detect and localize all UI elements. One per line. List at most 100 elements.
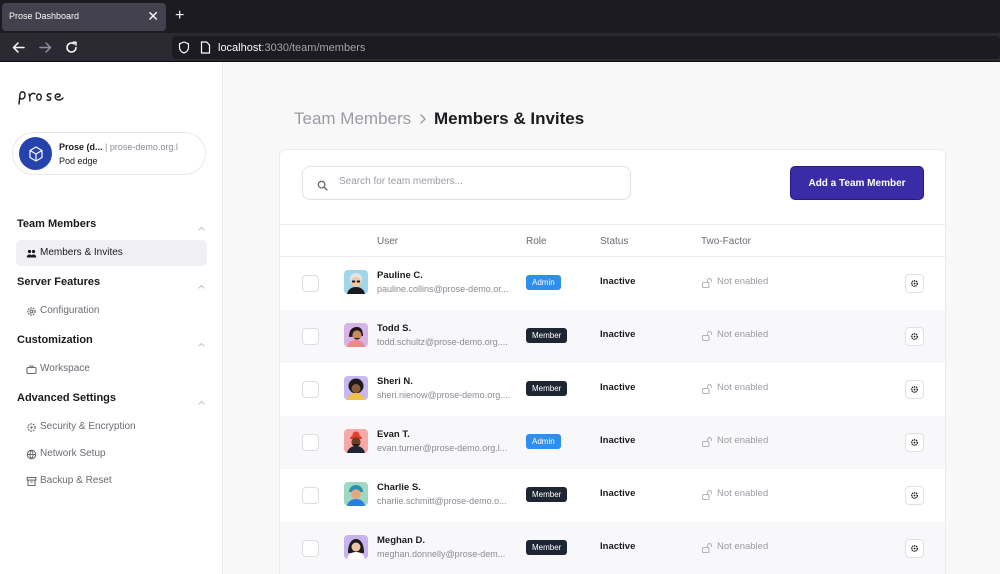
gear-icon <box>910 434 919 452</box>
archive-icon <box>25 475 37 487</box>
chevron-up-icon[interactable] <box>197 336 206 354</box>
member-settings-button[interactable] <box>905 380 924 399</box>
member-name: Todd S. <box>377 323 412 334</box>
sidebar-item-label: Security & Encryption <box>40 421 136 432</box>
breadcrumb-root[interactable]: Team Members <box>294 109 411 129</box>
url-bar[interactable]: localhost:3030/team/members <box>172 36 1000 59</box>
avatar <box>344 270 368 294</box>
role-badge: Admin <box>526 434 561 449</box>
sidebar-item-workspace[interactable]: Workspace <box>16 356 207 382</box>
users-icon <box>25 247 37 259</box>
role-badge: Member <box>526 540 568 555</box>
member-email: meghan.donnelly@prose-dem... <box>377 549 506 559</box>
column-header-role: Role <box>526 236 547 247</box>
table-row[interactable]: Todd S. todd.schultz@prose-demo.org.... … <box>280 310 945 363</box>
member-name: Pauline C. <box>377 270 423 281</box>
chevron-up-icon[interactable] <box>197 278 206 296</box>
url-path: :3030/team/members <box>261 42 366 54</box>
row-checkbox[interactable] <box>302 275 319 292</box>
sidebar-item-security-encryption[interactable]: Security & Encryption <box>16 414 207 440</box>
role-badge: Member <box>526 328 568 343</box>
close-tab-icon[interactable]: ✕ <box>147 7 159 25</box>
section-customization[interactable]: Customization <box>17 334 93 346</box>
unlock-icon <box>701 276 713 294</box>
members-card: Add a Team Member User Role Status Two-F… <box>279 149 946 574</box>
gear-icon <box>25 305 37 317</box>
new-tab-icon[interactable]: + <box>175 6 184 26</box>
search-box[interactable] <box>302 166 631 200</box>
table-row[interactable]: Evan T. evan.turner@prose-demo.org.l... … <box>280 416 945 469</box>
role-badge: Member <box>526 487 568 502</box>
row-checkbox[interactable] <box>302 540 319 557</box>
table-row[interactable]: Meghan D. meghan.donnelly@prose-dem... M… <box>280 522 945 574</box>
two-factor-label: Not enabled <box>717 382 769 393</box>
browser-tab[interactable]: Prose Dashboard ✕ <box>2 3 166 31</box>
org-node: Pod edge <box>59 156 98 166</box>
sidebar-item-label: Workspace <box>40 363 90 374</box>
sidebar-item-label: Members & Invites <box>40 247 123 258</box>
unlock-icon <box>701 541 713 559</box>
section-advanced-settings[interactable]: Advanced Settings <box>17 392 116 404</box>
unlock-icon <box>701 488 713 506</box>
unlock-icon <box>701 329 713 347</box>
sidebar-item-network-setup[interactable]: Network Setup <box>16 441 207 467</box>
role-badge: Admin <box>526 275 561 290</box>
table-row[interactable]: Sheri N. sheri.nienow@prose-demo.org....… <box>280 363 945 416</box>
sidebar-item-backup-reset[interactable]: Backup & Reset <box>16 468 207 494</box>
org-domain: | prose-demo.org.l <box>105 142 178 152</box>
org-switcher[interactable]: Prose (d... | prose-demo.org.l Pod edge <box>12 132 206 175</box>
section-team-members[interactable]: Team Members <box>17 218 96 230</box>
url-host: localhost <box>218 42 262 54</box>
sidebar-item-label: Network Setup <box>40 448 106 459</box>
member-name: Meghan D. <box>377 535 426 546</box>
back-arrow-icon[interactable] <box>9 38 27 56</box>
two-factor-label: Not enabled <box>717 541 769 552</box>
gear-icon <box>910 381 919 399</box>
tab-title: Prose Dashboard <box>9 11 80 21</box>
sidebar-item-members-invites[interactable]: Members & Invites <box>16 240 207 266</box>
member-status: Inactive <box>600 382 636 393</box>
avatar <box>344 376 368 400</box>
shield-icon[interactable] <box>178 41 190 59</box>
chevron-up-icon[interactable] <box>197 220 206 238</box>
org-avatar <box>19 137 52 170</box>
member-name: Charlie S. <box>377 482 421 493</box>
avatar <box>344 429 368 453</box>
reload-icon[interactable] <box>62 38 80 56</box>
browser-nav-bar: localhost:3030/team/members <box>0 33 1000 62</box>
member-settings-button[interactable] <box>905 274 924 293</box>
member-settings-button[interactable] <box>905 539 924 558</box>
member-settings-button[interactable] <box>905 486 924 505</box>
add-team-member-button[interactable]: Add a Team Member <box>790 166 924 200</box>
member-email: evan.turner@prose-demo.org.l... <box>377 443 508 453</box>
member-name: Sheri N. <box>377 376 413 387</box>
member-status: Inactive <box>600 276 636 287</box>
forward-arrow-icon[interactable] <box>36 38 54 56</box>
row-checkbox[interactable] <box>302 328 319 345</box>
table-row[interactable]: Pauline C. pauline.collins@prose-demo.or… <box>280 257 945 310</box>
member-settings-button[interactable] <box>905 327 924 346</box>
table-header: User Role Status Two-Factor <box>280 224 945 257</box>
section-server-features[interactable]: Server Features <box>17 276 100 288</box>
row-checkbox[interactable] <box>302 381 319 398</box>
member-email: charlie.schmitt@prose-demo.o... <box>377 496 507 506</box>
avatar <box>344 482 368 506</box>
sidebar-item-configuration[interactable]: Configuration <box>16 298 207 324</box>
unlock-icon <box>701 435 713 453</box>
member-settings-button[interactable] <box>905 433 924 452</box>
sidebar-item-label: Backup & Reset <box>40 475 112 486</box>
globe-icon <box>25 448 37 460</box>
briefcase-icon <box>25 363 37 375</box>
sidebar-item-label: Configuration <box>40 305 100 316</box>
chevron-up-icon[interactable] <box>197 394 206 412</box>
table-row[interactable]: Charlie S. charlie.schmitt@prose-demo.o.… <box>280 469 945 522</box>
row-checkbox[interactable] <box>302 434 319 451</box>
search-input[interactable] <box>339 176 619 187</box>
org-name: Prose (d... <box>59 142 103 152</box>
row-checkbox[interactable] <box>302 487 319 504</box>
sidebar: Prose (d... | prose-demo.org.l Pod edge … <box>0 62 223 574</box>
url-text[interactable]: localhost:3030/team/members <box>218 42 365 54</box>
member-email: sheri.nienow@prose-demo.org.... <box>377 390 511 400</box>
prose-logo[interactable] <box>16 88 74 113</box>
member-email: todd.schultz@prose-demo.org.... <box>377 337 508 347</box>
